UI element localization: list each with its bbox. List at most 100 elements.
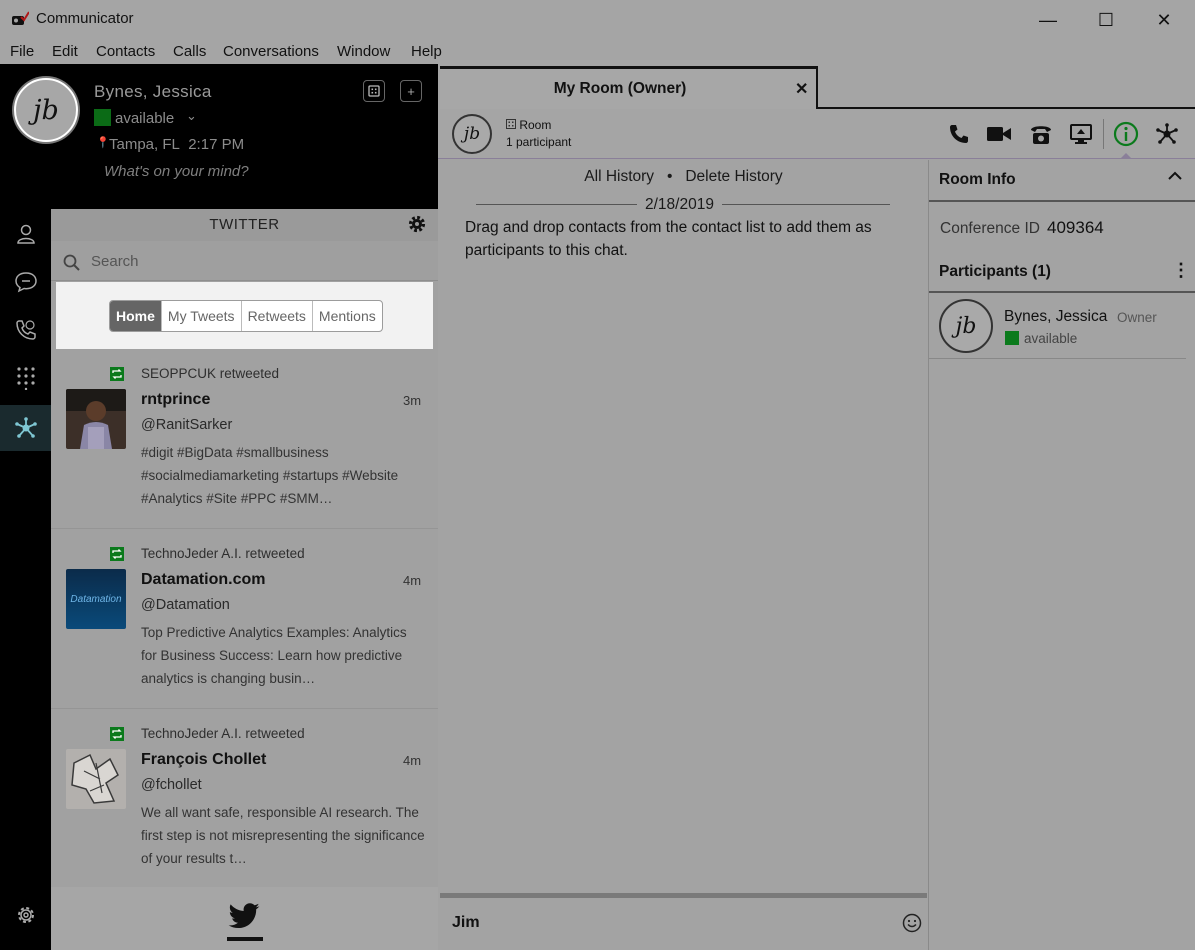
- call-history-icon[interactable]: [0, 307, 51, 353]
- retweeted-by: TechnoJeder A.I. retweeted: [141, 546, 305, 561]
- close-tab-icon[interactable]: ✕: [795, 79, 808, 99]
- minimize-button[interactable]: —: [1019, 0, 1077, 40]
- menu-file[interactable]: File: [10, 43, 34, 60]
- tweet-item[interactable]: SEOPPCUK retweeted rntprince 3m @RanitSa…: [51, 349, 438, 529]
- toolbar-divider: [1103, 119, 1104, 149]
- retweeted-by: TechnoJeder A.I. retweeted: [141, 726, 305, 741]
- app-logo-icon: [12, 11, 29, 25]
- menu-window[interactable]: Window: [337, 43, 390, 60]
- retweeted-by: SEOPPCUK retweeted: [141, 366, 280, 381]
- video-call-icon[interactable]: [986, 121, 1012, 147]
- tweet-text: Top Predictive Analytics Examples: Analy…: [141, 625, 407, 686]
- tweet-time: 3m: [403, 393, 422, 408]
- profile-name: Bynes, Jessica: [94, 82, 212, 101]
- chevron-down-icon[interactable]: ⌄: [186, 108, 197, 124]
- menu-edit[interactable]: Edit: [52, 43, 78, 60]
- location-pin-icon: 📍: [96, 137, 110, 149]
- tweet-text: We all want safe, responsible AI researc…: [141, 805, 425, 866]
- tweet-item[interactable]: TechnoJeder A.I. retweeted François Chol…: [51, 709, 438, 889]
- phone-call-icon[interactable]: [946, 121, 972, 147]
- message-input[interactable]: [452, 910, 892, 936]
- twitter-header: TWITTER: [51, 209, 438, 241]
- participants-title: Participants (1): [939, 263, 1051, 280]
- retweet-icon: [110, 547, 124, 561]
- conference-id-value: 409364: [1047, 218, 1104, 237]
- history-separator: •: [666, 168, 673, 185]
- desk-phone-icon[interactable]: [1028, 121, 1054, 147]
- tweet-author-name[interactable]: François Chollet: [141, 751, 266, 769]
- status-message-input[interactable]: What's on your mind?: [104, 163, 249, 180]
- tab-my-tweets[interactable]: My Tweets: [160, 301, 241, 331]
- twitter-bird-icon[interactable]: [227, 903, 261, 931]
- tweet-author-handle[interactable]: @fchollet: [141, 777, 202, 793]
- profile-header: jb Bynes, Jessica available ⌄ 📍 Tampa, F…: [0, 64, 438, 209]
- contacts-icon[interactable]: [0, 211, 51, 257]
- history-actions: All History • Delete History: [440, 168, 927, 186]
- more-options-icon[interactable]: ⋮: [1172, 260, 1190, 281]
- participant-name: Bynes, Jessica: [1004, 308, 1108, 325]
- tab-retweets[interactable]: Retweets: [240, 301, 312, 331]
- delete-history-link[interactable]: Delete History: [685, 168, 782, 185]
- tweet-avatar[interactable]: [66, 389, 126, 449]
- tweet-time: 4m: [403, 753, 422, 768]
- menu-conversations[interactable]: Conversations: [223, 43, 319, 60]
- participant-status: available: [1024, 331, 1078, 346]
- tweet-author-name[interactable]: rntprince: [141, 391, 210, 409]
- chat-history: All History • Delete History 2/18/2019 D…: [440, 160, 927, 893]
- room-info-panel: Room Info Conference ID 409364 Participa…: [928, 160, 1195, 950]
- close-window-button[interactable]: ✕: [1135, 0, 1193, 40]
- menu-calls[interactable]: Calls: [173, 43, 206, 60]
- tweet-text: #digit #BigData #smallbusiness #socialme…: [141, 445, 399, 506]
- screen-share-icon[interactable]: [1068, 121, 1094, 147]
- tweet-author-name[interactable]: Datamation.com: [141, 571, 265, 589]
- tab-home[interactable]: Home: [110, 301, 161, 331]
- dialpad-icon[interactable]: [0, 355, 51, 401]
- conference-id-label: Conference ID: [940, 220, 1040, 237]
- room-icon[interactable]: [363, 80, 385, 102]
- window-title: Communicator: [36, 10, 134, 27]
- presence-status[interactable]: available: [115, 110, 174, 127]
- divider: [929, 200, 1195, 202]
- navigation-rail: [0, 209, 51, 950]
- participant-row[interactable]: jb Bynes, Jessica Owner available: [929, 293, 1186, 359]
- presence-indicator: [94, 109, 111, 126]
- datamation-logo: Datamation: [70, 593, 122, 605]
- retweet-icon: [110, 367, 124, 381]
- tweet-item[interactable]: TechnoJeder A.I. retweeted Datamation Da…: [51, 529, 438, 709]
- conversation-tab[interactable]: My Room (Owner) ✕: [440, 66, 818, 109]
- menu-help[interactable]: Help: [411, 43, 442, 60]
- menu-contacts[interactable]: Contacts: [96, 43, 155, 60]
- social-hub-icon[interactable]: [0, 405, 51, 451]
- tweet-avatar[interactable]: Datamation: [66, 569, 126, 629]
- profile-avatar[interactable]: jb: [14, 78, 78, 142]
- collapse-chevron-icon[interactable]: [1168, 168, 1182, 186]
- twitter-tabs-container: Home My Tweets Retweets Mentions: [56, 282, 433, 351]
- tweet-avatar[interactable]: [66, 749, 126, 809]
- twitter-active-indicator: [227, 937, 263, 941]
- twitter-tab-group: Home My Tweets Retweets Mentions: [109, 300, 383, 332]
- tab-mentions[interactable]: Mentions: [311, 301, 382, 331]
- conversations-icon[interactable]: [0, 259, 51, 305]
- twitter-search-bar: [51, 241, 438, 281]
- room-info-title: Room Info: [939, 171, 1016, 188]
- title-bar: Communicator — ☐ ✕: [0, 0, 1195, 40]
- room-avatar: jb: [452, 114, 492, 154]
- compose-area: [440, 898, 927, 950]
- add-icon[interactable]: +: [400, 80, 422, 102]
- conversation-toolbar: jb Room 1 participant: [438, 109, 1195, 159]
- emoji-icon[interactable]: [902, 913, 922, 933]
- social-hub-icon[interactable]: [1154, 121, 1180, 147]
- tweet-author-handle[interactable]: @RanitSarker: [141, 417, 232, 433]
- participant-avatar: jb: [939, 299, 993, 353]
- tweet-author-handle[interactable]: @Datamation: [141, 597, 230, 613]
- settings-gear-icon[interactable]: [0, 892, 51, 938]
- maximize-button[interactable]: ☐: [1077, 0, 1135, 40]
- twitter-search-input[interactable]: [91, 249, 421, 273]
- all-history-link[interactable]: All History: [584, 168, 654, 185]
- room-label: Room: [506, 118, 551, 132]
- location-text: Tampa, FL 2:17 PM: [109, 136, 245, 153]
- conversation-tab-strip: My Room (Owner) ✕: [438, 64, 1195, 109]
- twitter-settings-gear-icon[interactable]: [407, 214, 427, 234]
- info-icon[interactable]: [1113, 121, 1139, 147]
- conversation-tab-title: My Room (Owner): [553, 80, 687, 97]
